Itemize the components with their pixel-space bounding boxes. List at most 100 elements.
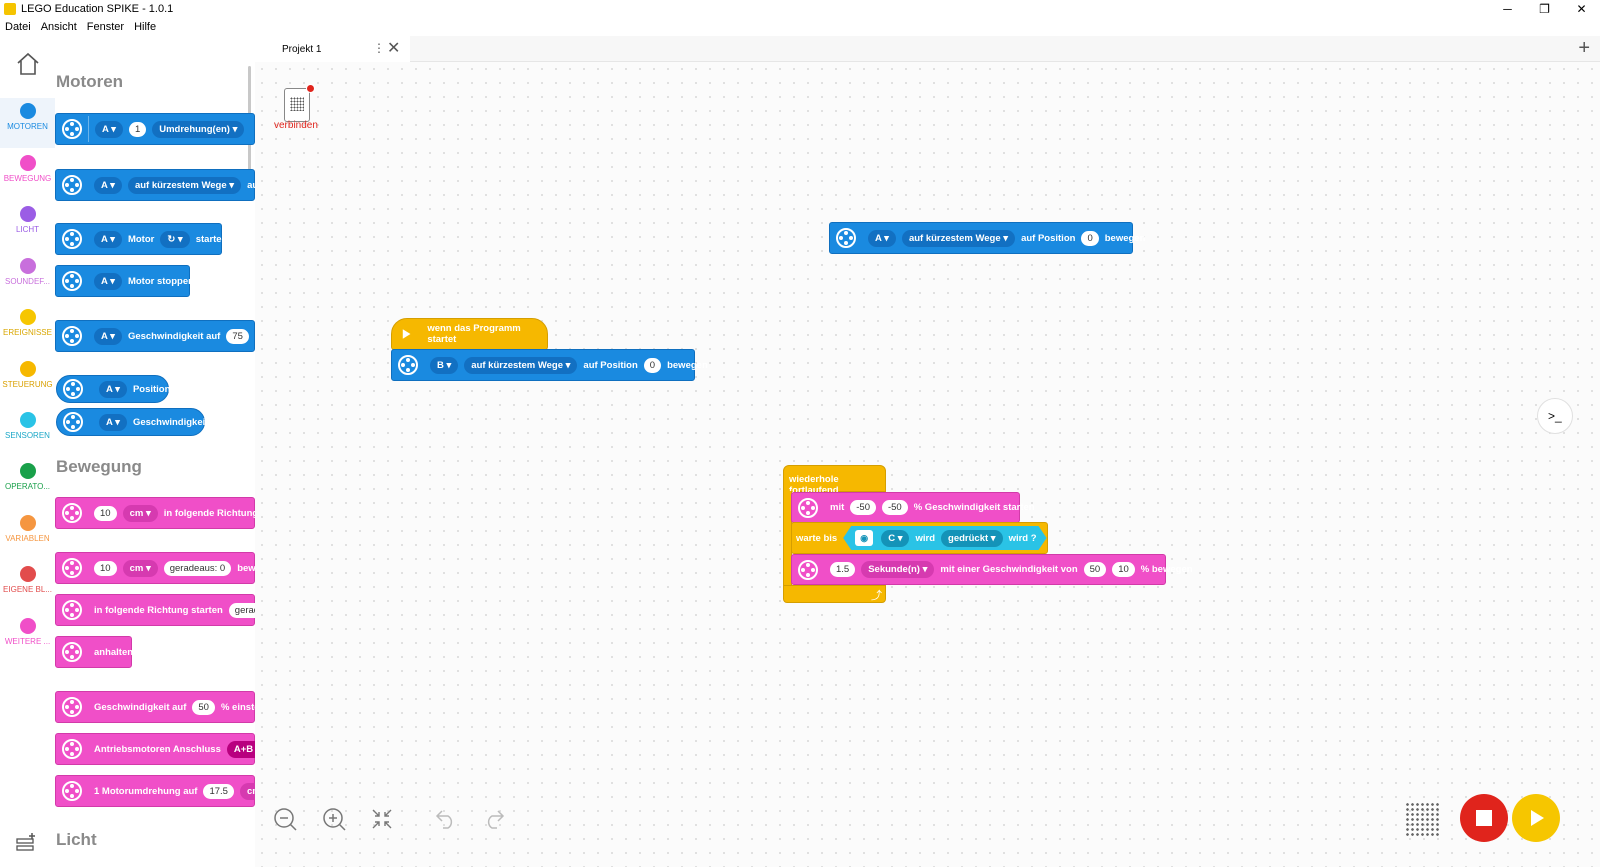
maximize-button[interactable]: ❐ [1526, 0, 1563, 18]
number-input[interactable]: 10 [94, 505, 117, 521]
unit-dropdown[interactable]: cm ▾ [122, 559, 158, 577]
left-speed-input[interactable]: -50 [850, 500, 876, 515]
canvas-block-wait-until[interactable]: warte bis ◉ C ▾ wird gedrückt ▾ wird ? [791, 522, 1048, 554]
canvas-block-move-for[interactable]: 1.5 Sekunde(n) ▾ mit einer Geschwindigke… [791, 554, 1193, 585]
palette-block-motor-umdrehungen[interactable]: A ▾ 1 Umdrehung(en) ▾ [55, 113, 255, 145]
hub-connect-icon[interactable] [284, 84, 315, 122]
unit-dropdown[interactable]: cm ▾ [239, 782, 255, 800]
tab-menu-icon[interactable]: ⋮ [373, 41, 385, 55]
palette-block-geschwindigkeit-einstellen[interactable]: Geschwindigkeit auf 50 % einstelle [55, 691, 255, 723]
number-input[interactable]: 50 [192, 699, 215, 715]
menu-ansicht[interactable]: Ansicht [36, 18, 82, 36]
unit-dropdown[interactable]: Sekunde(n) ▾ [861, 561, 935, 578]
category-sensoren[interactable]: SENSOREN [0, 412, 55, 440]
palette-block-antriebsmotoren[interactable]: Antriebsmotoren Anschluss A+B ▾ [55, 733, 255, 765]
category-eigene-bloecke[interactable]: EIGENE BL... [0, 566, 55, 594]
menu-bar: Datei Ansicht Fenster Hilfe [0, 18, 161, 36]
category-ereignisse[interactable]: EREIGNISSE [0, 309, 55, 337]
palette-block-motor-stoppen[interactable]: A ▾ Motor stoppen [55, 265, 194, 297]
programming-canvas[interactable] [255, 62, 1600, 867]
port-dropdown[interactable]: A ▾ [868, 229, 896, 247]
zoom-in-icon[interactable] [321, 806, 347, 832]
connect-label[interactable]: verbinden [274, 120, 318, 131]
port-dropdown[interactable]: A ▾ [99, 413, 127, 431]
block-text: Motor [127, 233, 155, 245]
number-input[interactable]: 0 [643, 357, 662, 373]
zoom-out-icon[interactable] [272, 806, 298, 832]
palette-block-motor-geschwindigkeit[interactable]: A ▾ Geschwindigkeit [56, 408, 208, 436]
category-operatoren[interactable]: OPERATO... [0, 463, 55, 491]
unit-dropdown[interactable]: Umdrehung(en) ▾ [152, 120, 245, 138]
palette-block-bewegen-geradeaus[interactable]: 10 cm ▾ geradeaus: 0 bewe [55, 552, 255, 584]
category-licht[interactable]: LICHT [0, 206, 55, 234]
port-dropdown[interactable]: A ▾ [94, 327, 122, 345]
canvas-block-motor-position[interactable]: A ▾ auf kürzestem Wege ▾ auf Position 0 … [829, 222, 1145, 254]
port-dropdown[interactable]: B ▾ [430, 356, 459, 374]
menu-datei[interactable]: Datei [0, 18, 36, 36]
palette-block-motorumdrehung[interactable]: 1 Motorumdrehung auf 17.5 cm ▾ [55, 775, 255, 807]
number-input[interactable]: 1.5 [830, 562, 856, 577]
console-button[interactable]: >_ [1537, 398, 1573, 434]
palette-block-anhalten[interactable]: anhalten [55, 636, 133, 668]
loop-block-forever[interactable]: wiederhole fortlaufend [783, 465, 886, 496]
close-window-button[interactable]: ✕ [1563, 0, 1600, 18]
block-text: Geschwindigkeit auf [94, 701, 187, 713]
menu-fenster[interactable]: Fenster [82, 18, 129, 36]
category-motoren[interactable]: MOTOREN [0, 98, 55, 148]
tab-close-icon[interactable]: ✕ [387, 38, 400, 58]
home-icon[interactable] [14, 50, 42, 78]
number-input[interactable]: 1 [128, 121, 147, 137]
direction-dropdown[interactable]: ↻ ▾ [160, 230, 190, 248]
left-speed-input[interactable]: 50 [1083, 562, 1107, 577]
bewegung-dot-icon [19, 155, 36, 171]
redo-icon[interactable] [482, 808, 506, 830]
state-dropdown[interactable]: gedrückt ▾ [941, 530, 1003, 547]
port-dropdown[interactable]: A ▾ [94, 176, 122, 194]
port-dropdown[interactable]: A ▾ [95, 120, 123, 138]
right-speed-input[interactable]: 10 [1112, 562, 1135, 577]
palette-block-richtung-starten[interactable]: in folgende Richtung starten gerade [55, 594, 255, 626]
palette-block-motor-starten[interactable]: A ▾ Motor ↻ ▾ starten [55, 223, 227, 255]
menu-hilfe[interactable]: Hilfe [129, 18, 161, 36]
mode-dropdown[interactable]: auf kürzestem Wege ▾ [464, 356, 578, 374]
stop-button[interactable] [1460, 794, 1508, 842]
mode-dropdown[interactable]: auf kürzestem Wege ▾ [901, 229, 1016, 247]
undo-icon[interactable] [434, 808, 458, 830]
port-dropdown[interactable]: A ▾ [94, 230, 122, 248]
canvas-block-motor-b-position[interactable]: B ▾ auf kürzestem Wege ▾ auf Position 0 … [391, 349, 708, 381]
number-input[interactable]: 17.5 [203, 783, 234, 799]
tab-projekt-1[interactable]: Projekt 1 ⋮ ✕ [255, 36, 410, 62]
minimize-button[interactable]: ─ [1489, 0, 1526, 18]
number-input[interactable]: 75 [226, 328, 249, 344]
palette-block-bewegen-richtung[interactable]: 10 cm ▾ in folgende Richtung b [55, 497, 255, 529]
number-input[interactable]: 10 [94, 560, 117, 576]
port-dropdown[interactable]: A+B ▾ [226, 740, 255, 758]
palette-block-motor-position[interactable]: A ▾ Position [56, 375, 170, 403]
category-variablen[interactable]: VARIABLEN [0, 515, 55, 543]
port-dropdown[interactable]: A ▾ [94, 272, 122, 290]
sensor-condition-block[interactable]: ◉ C ▾ wird gedrückt ▾ wird ? [843, 526, 1046, 550]
hat-block-program-start[interactable]: wenn das Programm startet [391, 318, 548, 350]
play-button[interactable] [1512, 794, 1560, 842]
block-text: in folgende Richtung starten [94, 604, 223, 616]
mode-dropdown[interactable]: auf kürzestem Wege ▾ [127, 176, 242, 194]
direction-input[interactable]: geradeaus: 0 [163, 560, 232, 576]
port-dropdown[interactable]: A ▾ [99, 380, 127, 398]
palette-block-motor-gehe-zu-position[interactable]: A ▾ auf kürzestem Wege ▾ auf [55, 169, 255, 201]
palette-block-motor-geschwindigkeit-setzen[interactable]: A ▾ Geschwindigkeit auf 75 % e [55, 320, 255, 352]
hub-dashboard-icon[interactable] [1405, 802, 1439, 836]
unit-dropdown[interactable]: cm ▾ [122, 504, 158, 522]
number-input[interactable]: 0 [1081, 230, 1099, 246]
add-extension-icon[interactable] [15, 831, 39, 853]
port-dropdown[interactable]: C ▾ [881, 530, 909, 547]
category-steuerung[interactable]: STEUERUNG [0, 361, 55, 389]
new-tab-button[interactable]: + [1578, 37, 1590, 60]
canvas-block-move-start[interactable]: mit -50 -50 % Geschwindigkeit starten [791, 492, 1035, 523]
right-speed-input[interactable]: -50 [881, 500, 908, 515]
center-view-icon[interactable] [371, 808, 393, 830]
category-weitere[interactable]: WEITERE ... [0, 618, 55, 646]
direction-input[interactable]: gerade [228, 602, 255, 618]
category-bewegung[interactable]: BEWEGUNG [0, 155, 55, 183]
move-icon [794, 556, 822, 584]
category-sound[interactable]: SOUNDEF... [0, 258, 55, 286]
